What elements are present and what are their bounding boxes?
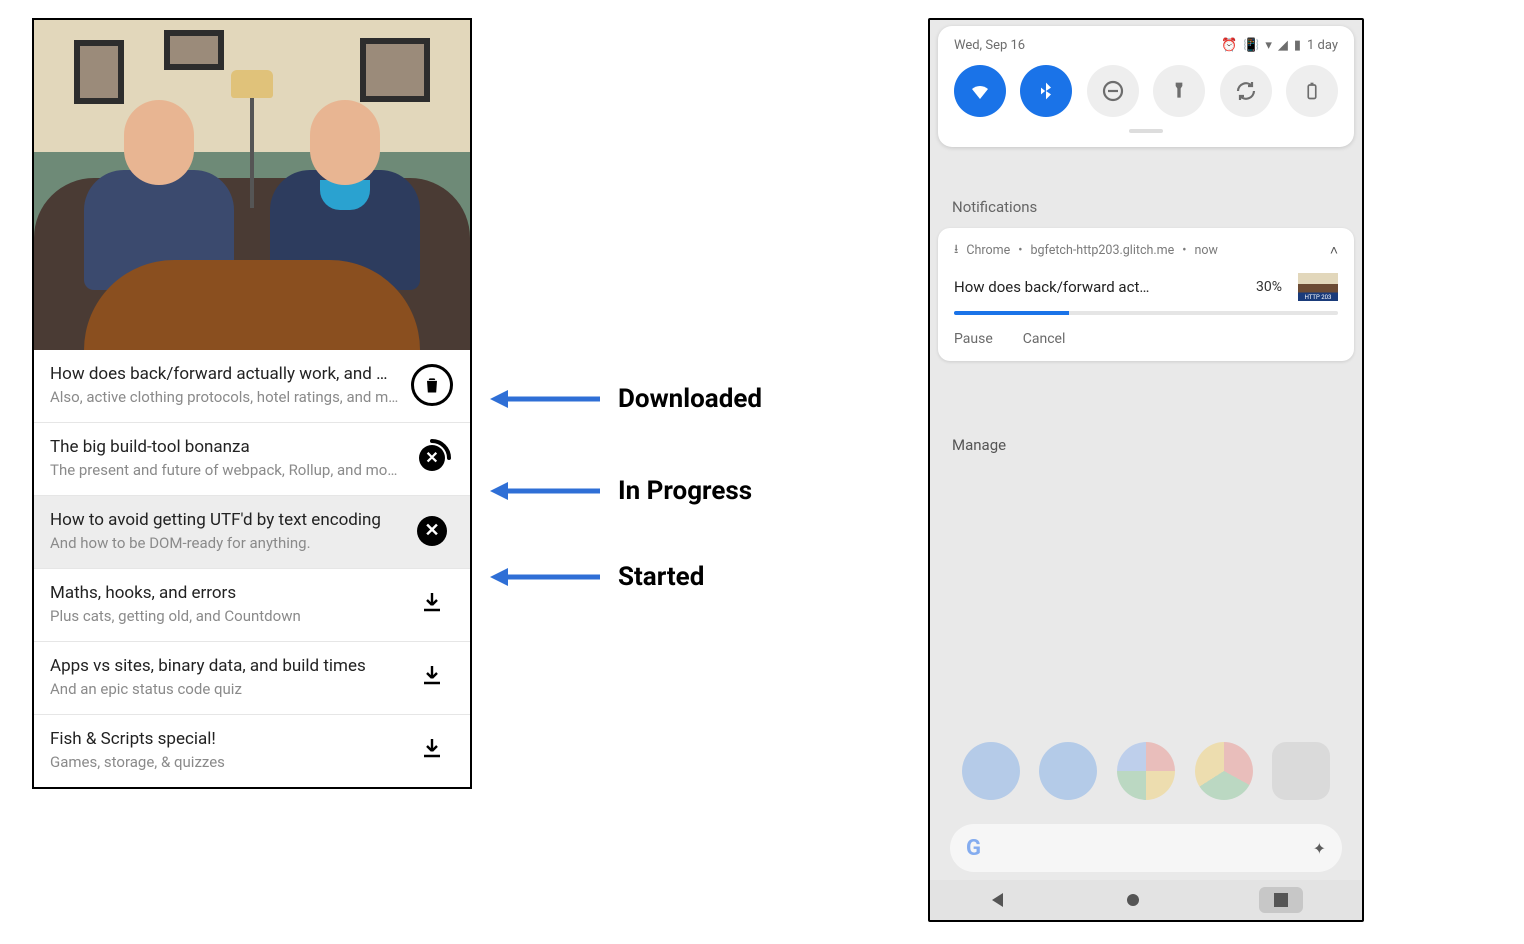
episode-subtitle: And an epic status code quiz — [50, 680, 400, 698]
notification-title: How does back/forward act… — [954, 278, 1246, 296]
episode-action — [410, 663, 454, 691]
podcast-app-panel: How does back/forward actually work, and… — [32, 18, 472, 789]
episode-subtitle: Games, storage, & quizzes — [50, 753, 400, 771]
search-bar[interactable]: G ✦ — [950, 824, 1342, 872]
episode-item[interactable]: How does back/forward actually work, and… — [34, 350, 470, 423]
separator: • — [1182, 243, 1186, 258]
arrow-icon — [490, 480, 600, 502]
cancel-icon[interactable]: ✕ — [417, 516, 447, 546]
episode-item[interactable]: How to avoid getting UTF'd by text encod… — [34, 496, 470, 569]
home-dock — [930, 742, 1362, 800]
notification-percent: 30% — [1256, 279, 1282, 295]
episode-action: ✕ — [410, 438, 454, 478]
android-phone-frame: G ✦ Wed, Sep 16 ⏰ 📳 ▾ ◢ ▮ 1 day Notifica… — [928, 18, 1364, 922]
episode-title: How to avoid getting UTF'd by text encod… — [50, 510, 400, 530]
manage-button[interactable]: Manage — [952, 436, 1006, 454]
drag-handle[interactable] — [1129, 129, 1163, 133]
episode-action — [410, 590, 454, 618]
episode-item[interactable]: Maths, hooks, and errors Plus cats, gett… — [34, 569, 470, 642]
collapse-caret-icon[interactable]: ˄ — [1330, 242, 1338, 259]
annotation-in-progress: In Progress — [490, 476, 752, 506]
quick-settings-panel: Wed, Sep 16 ⏰ 📳 ▾ ◢ ▮ 1 day — [938, 26, 1354, 147]
recents-button[interactable] — [1259, 887, 1303, 913]
lamp — [231, 70, 273, 208]
notification-app: Chrome — [966, 243, 1010, 258]
episode-subtitle: Plus cats, getting old, and Countdown — [50, 607, 400, 625]
table — [84, 260, 420, 350]
trash-icon[interactable] — [411, 364, 453, 406]
arrow-icon — [490, 566, 600, 588]
messages-app-icon[interactable] — [1039, 742, 1097, 800]
picture-frame — [74, 40, 124, 104]
phone-app-icon[interactable] — [962, 742, 1020, 800]
episode-title: How does back/forward actually work, and… — [50, 364, 400, 384]
notification-card[interactable]: ⭳ Chrome • bgfetch-http203.glitch.me • n… — [938, 228, 1354, 361]
arrow-icon — [490, 388, 600, 410]
annotation-label: Started — [618, 562, 704, 592]
assistant-icon: ✦ — [1313, 839, 1326, 858]
qs-bluetooth-button[interactable] — [1020, 65, 1072, 117]
episode-item[interactable]: Apps vs sites, binary data, and build ti… — [34, 642, 470, 715]
episode-item[interactable]: Fish & Scripts special! Games, storage, … — [34, 715, 470, 787]
episode-title: Maths, hooks, and errors — [50, 583, 400, 603]
annotation-label: In Progress — [618, 476, 752, 506]
download-icon: ⭳ — [954, 240, 958, 261]
home-button[interactable] — [1125, 892, 1141, 908]
vibrate-icon: 📳 — [1243, 38, 1259, 53]
camera-app-icon[interactable] — [1272, 742, 1330, 800]
cancel-button[interactable]: Cancel — [1023, 331, 1066, 347]
notification-thumbnail — [1298, 273, 1338, 301]
notification-source: bgfetch-http203.glitch.me — [1030, 243, 1174, 258]
play-store-icon[interactable] — [1117, 742, 1175, 800]
chrome-app-icon[interactable] — [1195, 742, 1253, 800]
qs-dnd-button[interactable] — [1087, 65, 1139, 117]
download-icon[interactable] — [420, 590, 444, 618]
separator: • — [1018, 243, 1022, 258]
back-button[interactable] — [989, 891, 1007, 909]
episode-title: Fish & Scripts special! — [50, 729, 400, 749]
battery-status-icon: ▮ — [1294, 38, 1301, 53]
notification-time: now — [1194, 243, 1217, 258]
qs-flashlight-button[interactable] — [1153, 65, 1205, 117]
hero-image — [34, 20, 470, 350]
episode-title: Apps vs sites, binary data, and build ti… — [50, 656, 400, 676]
episode-title: The big build-tool bonanza — [50, 437, 400, 457]
progress-bar — [954, 311, 1338, 315]
annotation-started: Started — [490, 562, 704, 592]
progress-cancel-icon[interactable]: ✕ — [412, 438, 452, 478]
status-date: Wed, Sep 16 — [954, 38, 1025, 53]
episode-subtitle: And how to be DOM-ready for anything. — [50, 534, 400, 552]
episode-list: How does back/forward actually work, and… — [34, 350, 470, 787]
picture-frame — [360, 38, 430, 102]
alarm-icon: ⏰ — [1221, 38, 1237, 53]
annotation-downloaded: Downloaded — [490, 384, 762, 414]
battery-label: 1 day — [1307, 38, 1338, 53]
episode-item[interactable]: The big build-tool bonanza The present a… — [34, 423, 470, 496]
android-nav-bar — [930, 880, 1362, 920]
download-icon[interactable] — [420, 663, 444, 691]
signal-status-icon: ◢ — [1278, 38, 1288, 53]
episode-action: ✕ — [410, 516, 454, 546]
notifications-header: Notifications — [952, 198, 1037, 216]
episode-action — [410, 736, 454, 764]
episode-subtitle: Also, active clothing protocols, hotel r… — [50, 388, 400, 406]
qs-rotation-button[interactable] — [1220, 65, 1272, 117]
qs-battery-saver-button[interactable] — [1286, 65, 1338, 117]
episode-subtitle: The present and future of webpack, Rollu… — [50, 461, 400, 479]
annotation-label: Downloaded — [618, 384, 762, 414]
qs-wifi-button[interactable] — [954, 65, 1006, 117]
picture-frame — [164, 30, 224, 70]
google-logo-icon: G — [966, 836, 981, 861]
wifi-status-icon: ▾ — [1265, 38, 1272, 53]
pause-button[interactable]: Pause — [954, 331, 993, 347]
episode-action — [410, 364, 454, 406]
download-icon[interactable] — [420, 736, 444, 764]
